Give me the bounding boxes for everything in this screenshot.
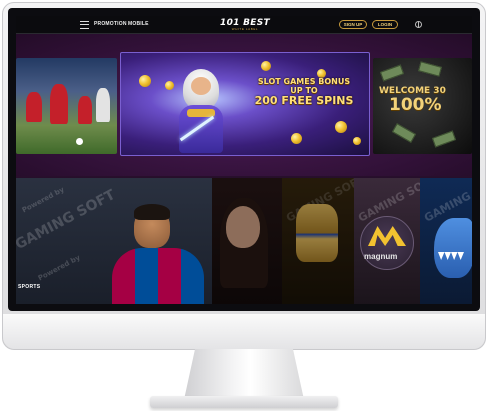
monitor-stand xyxy=(184,349,304,399)
tile-fishing[interactable]: GAMING SOFT xyxy=(420,178,472,304)
footballer-jersey xyxy=(112,248,204,304)
language-globe-icon[interactable] xyxy=(415,21,422,28)
slot-bonus-headline: SLOT GAMES BONUS UP TO 200 FREE SPINS xyxy=(249,77,359,107)
banner-welcome-bonus[interactable]: WELCOME 30 100% xyxy=(373,58,472,154)
shark-figure xyxy=(434,218,472,278)
logo-subtitle: WHITE LABEL xyxy=(231,27,259,31)
zeus-character xyxy=(173,69,229,153)
gold-coin xyxy=(353,137,361,145)
promo-line-1: SLOT GAMES BONUS xyxy=(257,77,351,86)
website-screen: PROMOTION MOBILE 101 BEST WHITE LABEL SI… xyxy=(16,16,472,304)
gold-coin xyxy=(335,121,347,133)
watermark-brand: GAMING SOFT xyxy=(16,186,118,254)
tile-overlay xyxy=(282,178,354,304)
welcome-line-2: 100% xyxy=(389,95,442,115)
tile-overlay xyxy=(212,178,282,304)
welcome-headline: WELCOME 30 100% xyxy=(379,86,472,114)
promo-line-3: 200 FREE SPINS xyxy=(254,94,354,107)
banner-slot-bonus[interactable]: SLOT GAMES BONUS UP TO 200 FREE SPINS xyxy=(120,52,370,156)
top-navigation-bar: PROMOTION MOBILE 101 BEST WHITE LABEL SI… xyxy=(16,16,472,34)
gold-coin xyxy=(139,75,151,87)
football-ball xyxy=(76,138,83,145)
gold-coin xyxy=(291,133,302,144)
tile-sports-label: SPORTS xyxy=(18,284,41,290)
cash-bill xyxy=(379,64,405,82)
watermark-powered: Powered by xyxy=(20,185,66,215)
game-category-tiles: Powered by GAMING SOFT Powered by SPORTS… xyxy=(16,178,472,304)
login-button[interactable]: LOGIN xyxy=(372,20,398,29)
tile-sports[interactable]: Powered by GAMING SOFT Powered by SPORTS xyxy=(16,178,212,304)
banner-football[interactable] xyxy=(16,58,117,154)
footballer-hair xyxy=(134,204,170,220)
nav-link-mobile[interactable]: MOBILE xyxy=(128,21,149,27)
nav-link-promotion[interactable]: PROMOTION xyxy=(94,21,127,27)
footballer-figure xyxy=(50,84,68,124)
footballer-figure xyxy=(96,88,110,122)
site-logo[interactable]: 101 BEST WHITE LABEL xyxy=(218,18,272,32)
tile-slots[interactable]: GAMING SOFT xyxy=(282,178,354,304)
hero-carousel: SLOT GAMES BONUS UP TO 200 FREE SPINS WE… xyxy=(16,34,472,189)
magnum-wordmark: magnum xyxy=(364,252,398,261)
tile-magnum[interactable]: GAMING SOFT magnum xyxy=(354,178,420,304)
cash-bill xyxy=(418,61,442,77)
monitor-chin xyxy=(3,314,485,349)
gold-coin xyxy=(261,61,271,71)
monitor-stand-base xyxy=(150,396,338,408)
footballer-figure xyxy=(26,92,42,122)
signup-button[interactable]: SIGN UP xyxy=(339,20,367,29)
footballer-figure xyxy=(78,96,92,124)
tile-live-casino[interactable] xyxy=(212,178,282,304)
hamburger-menu-icon[interactable] xyxy=(80,21,89,29)
cash-bill xyxy=(391,123,417,143)
cash-bill xyxy=(431,130,457,148)
gold-coin xyxy=(165,81,174,90)
zeus-face xyxy=(191,77,211,95)
watermark-powered: Powered by xyxy=(36,253,82,283)
